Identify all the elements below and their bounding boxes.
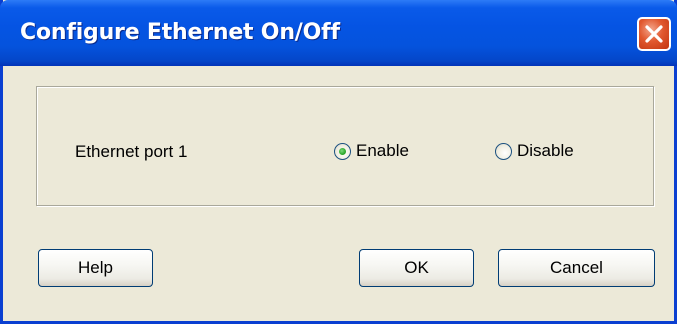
close-button[interactable] bbox=[637, 17, 671, 51]
enable-radio-label[interactable]: Enable bbox=[356, 141, 409, 161]
dialog-title: Configure Ethernet On/Off bbox=[20, 20, 340, 45]
close-icon bbox=[645, 25, 663, 43]
enable-radio-circle[interactable] bbox=[334, 142, 351, 160]
cancel-button[interactable]: Cancel bbox=[498, 249, 655, 287]
ok-button[interactable]: OK bbox=[359, 249, 474, 287]
enable-radio[interactable]: Enable bbox=[334, 139, 409, 163]
help-button[interactable]: Help bbox=[38, 249, 153, 287]
radio-selected-dot bbox=[339, 147, 346, 155]
ethernet-port-label: Ethernet port 1 bbox=[75, 142, 188, 161]
disable-radio[interactable]: Disable bbox=[495, 139, 574, 163]
title-bar[interactable]: Configure Ethernet On/Off bbox=[0, 0, 677, 66]
disable-radio-label[interactable]: Disable bbox=[517, 141, 574, 161]
disable-radio-circle[interactable] bbox=[495, 142, 512, 160]
